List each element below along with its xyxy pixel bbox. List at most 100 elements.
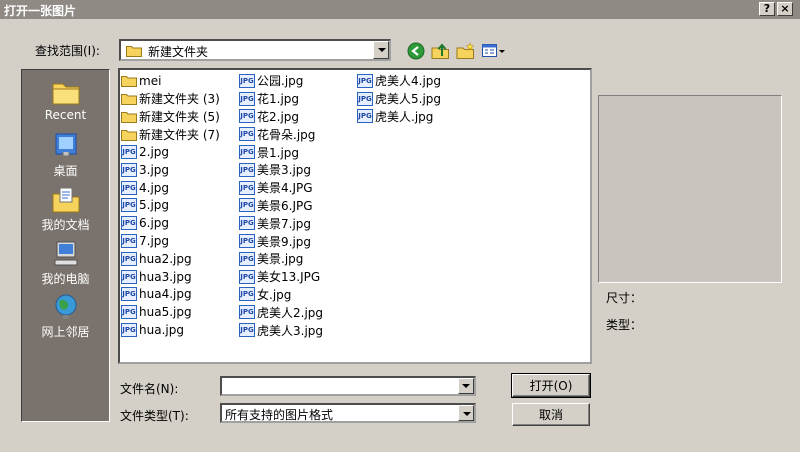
place-network[interactable]: 网上邻居: [22, 293, 109, 340]
jpg-file-icon: JPG: [121, 269, 137, 284]
file-item[interactable]: JPG 美女13.JPG: [239, 268, 323, 286]
file-list[interactable]: mei 新建文件夹 (3) 新建文件夹 (5) 新建文件夹 (7) JPG 2.jpg JP…: [118, 68, 592, 364]
file-item-label: 女.jpg: [257, 287, 292, 302]
folder-item[interactable]: 新建文件夹 (3): [121, 90, 220, 108]
file-item[interactable]: JPG 虎美人.jpg: [357, 108, 441, 126]
file-item[interactable]: JPG 虎美人3.jpg: [239, 321, 323, 339]
file-item[interactable]: JPG 虎美人2.jpg: [239, 303, 323, 321]
folder-item[interactable]: mei: [121, 72, 220, 90]
file-item[interactable]: JPG 3.jpg: [121, 161, 220, 179]
place-my-computer-label: 我的电脑: [41, 272, 90, 286]
file-item[interactable]: JPG 花1.jpg: [239, 90, 323, 108]
file-item[interactable]: JPG 美景.jpg: [239, 250, 323, 268]
new-folder-button[interactable]: [456, 41, 476, 61]
file-item[interactable]: JPG 花2.jpg: [239, 108, 323, 126]
file-item-label: 公园.jpg: [257, 74, 304, 89]
file-item[interactable]: JPG 花骨朵.jpg: [239, 125, 323, 143]
file-item[interactable]: JPG 美景9.jpg: [239, 232, 323, 250]
title-bar[interactable]: 打开一张图片 ? ×: [0, 0, 800, 19]
jpg-file-icon: JPG: [239, 127, 255, 142]
cancel-button[interactable]: 取消: [512, 403, 590, 426]
file-item-label: 美景.jpg: [257, 252, 304, 267]
jpg-file-icon: JPG: [239, 234, 255, 249]
places-bar: Recent 桌面 我的文档 我的电脑 网上邻居: [21, 69, 110, 422]
up-folder-icon: [431, 43, 449, 59]
file-item[interactable]: JPG hua3.jpg: [121, 268, 220, 286]
jpg-file-icon: JPG: [239, 180, 255, 195]
jpg-file-icon: JPG: [239, 91, 255, 106]
file-item[interactable]: JPG hua5.jpg: [121, 303, 220, 321]
file-item-label: hua5.jpg: [139, 305, 192, 320]
open-button[interactable]: 打开(O): [511, 373, 591, 398]
file-item[interactable]: JPG 虎美人4.jpg: [357, 72, 441, 90]
file-name-dropdown-arrow[interactable]: [458, 378, 474, 394]
jpg-file-icon: JPG: [357, 73, 373, 88]
jpg-file-icon: JPG: [239, 216, 255, 231]
folder-item[interactable]: 新建文件夹 (7): [121, 125, 220, 143]
file-item-label: 7.jpg: [139, 234, 170, 249]
close-button[interactable]: ×: [777, 2, 793, 16]
file-item[interactable]: JPG 美景3.jpg: [239, 161, 323, 179]
file-item[interactable]: JPG hua.jpg: [121, 321, 220, 339]
file-item-label: 花1.jpg: [257, 92, 300, 107]
file-item-label: 新建文件夹 (5): [139, 109, 220, 124]
file-type-label: 文件类型(T):: [120, 409, 189, 423]
jpg-file-icon: JPG: [239, 198, 255, 213]
jpg-file-icon: JPG: [121, 162, 137, 177]
jpg-file-icon: JPG: [121, 198, 137, 213]
file-item[interactable]: JPG hua2.jpg: [121, 250, 220, 268]
folder-item[interactable]: 新建文件夹 (5): [121, 108, 220, 126]
file-item[interactable]: JPG 虎美人5.jpg: [357, 90, 441, 108]
file-column: JPG 公园.jpg JPG 花1.jpg JPG 花2.jpg JPG 花骨朵.jpg JPG…: [239, 72, 323, 339]
network-icon: [55, 294, 76, 319]
jpg-file-icon: JPG: [239, 145, 255, 160]
window-title: 打开一张图片: [4, 4, 77, 18]
file-item-label: 虎美人3.jpg: [257, 323, 324, 338]
preview-type-label: 类型：: [606, 318, 643, 332]
file-item[interactable]: JPG 2.jpg: [121, 143, 220, 161]
file-item-label: 美景4.JPG: [257, 181, 313, 196]
jpg-file-icon: JPG: [121, 145, 137, 160]
place-recent[interactable]: Recent: [22, 78, 109, 122]
place-my-computer[interactable]: 我的电脑: [22, 240, 109, 287]
file-item-label: 2.jpg: [139, 145, 170, 160]
jpg-file-icon: JPG: [239, 287, 255, 302]
look-in-dropdown-arrow[interactable]: [373, 41, 389, 59]
place-network-label: 网上邻居: [41, 325, 90, 339]
file-type-dropdown[interactable]: 所有支持的图片格式: [220, 403, 476, 423]
my-documents-icon: [52, 187, 79, 213]
file-type-dropdown-arrow[interactable]: [458, 405, 474, 421]
file-item-label: 花2.jpg: [257, 109, 300, 124]
file-column: mei 新建文件夹 (3) 新建文件夹 (5) 新建文件夹 (7) JPG 2.jpg JP…: [121, 72, 220, 339]
file-name-input[interactable]: [220, 376, 476, 396]
view-menu-button[interactable]: [481, 41, 507, 61]
file-item-label: 3.jpg: [139, 162, 170, 177]
file-item-label: hua2.jpg: [139, 251, 192, 266]
file-item[interactable]: JPG 4.jpg: [121, 179, 220, 197]
jpg-file-icon: JPG: [121, 216, 137, 231]
jpg-file-icon: JPG: [121, 180, 137, 195]
preview-size-label: 尺寸：: [606, 291, 643, 305]
file-item[interactable]: JPG 景1.jpg: [239, 143, 323, 161]
file-item[interactable]: JPG 美景6.JPG: [239, 197, 323, 215]
image-preview: [598, 95, 782, 283]
file-item[interactable]: JPG hua4.jpg: [121, 286, 220, 304]
file-item-label: 花骨朵.jpg: [257, 127, 316, 142]
back-button[interactable]: [406, 41, 426, 61]
file-item[interactable]: JPG 女.jpg: [239, 286, 323, 304]
file-item[interactable]: JPG 美景7.jpg: [239, 214, 323, 232]
up-folder-button[interactable]: [431, 41, 451, 61]
file-item[interactable]: JPG 美景4.JPG: [239, 179, 323, 197]
jpg-file-icon: JPG: [121, 234, 137, 249]
back-icon: [407, 42, 425, 60]
place-desktop[interactable]: 桌面: [22, 132, 109, 179]
look-in-dropdown[interactable]: 新建文件夹: [119, 39, 391, 61]
file-item-label: 新建文件夹 (7): [139, 127, 220, 142]
folder-icon: [121, 94, 137, 106]
file-item[interactable]: JPG 7.jpg: [121, 232, 220, 250]
file-item[interactable]: JPG 公园.jpg: [239, 72, 323, 90]
file-item[interactable]: JPG 5.jpg: [121, 197, 220, 215]
file-item[interactable]: JPG 6.jpg: [121, 214, 220, 232]
help-button[interactable]: ?: [759, 2, 775, 16]
place-my-documents[interactable]: 我的文档: [22, 186, 109, 233]
